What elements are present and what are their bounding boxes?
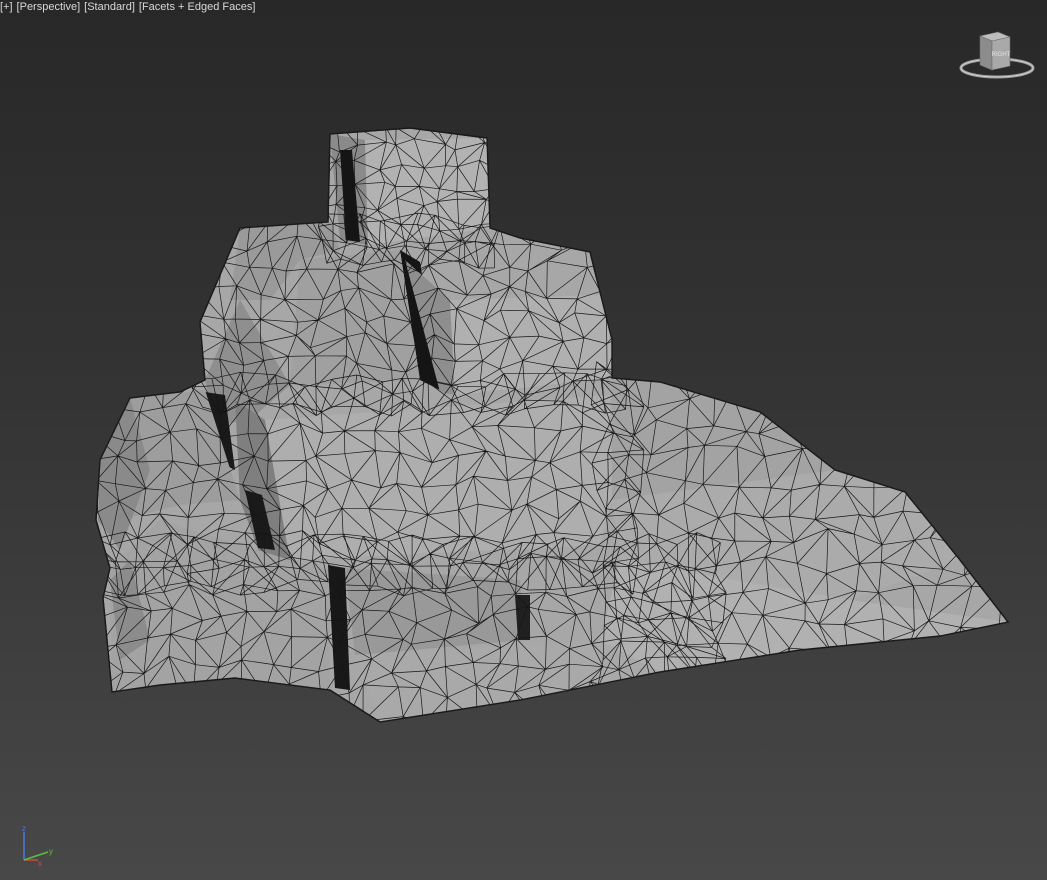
viewcube-navigator[interactable]: RIGHT [958, 28, 1036, 84]
x-axis-label: x [38, 859, 42, 868]
y-axis-label: y [49, 847, 53, 856]
perspective-viewport[interactable]: [+] [Perspective] [Standard] [Facets + E… [0, 0, 1047, 880]
y-axis-line [23, 851, 49, 861]
viewcube-right-face-label: RIGHT [992, 52, 1011, 58]
axis-tripod: z x y [22, 824, 53, 868]
rock-mesh[interactable] [0, 0, 1047, 880]
z-axis-label: z [22, 824, 26, 833]
